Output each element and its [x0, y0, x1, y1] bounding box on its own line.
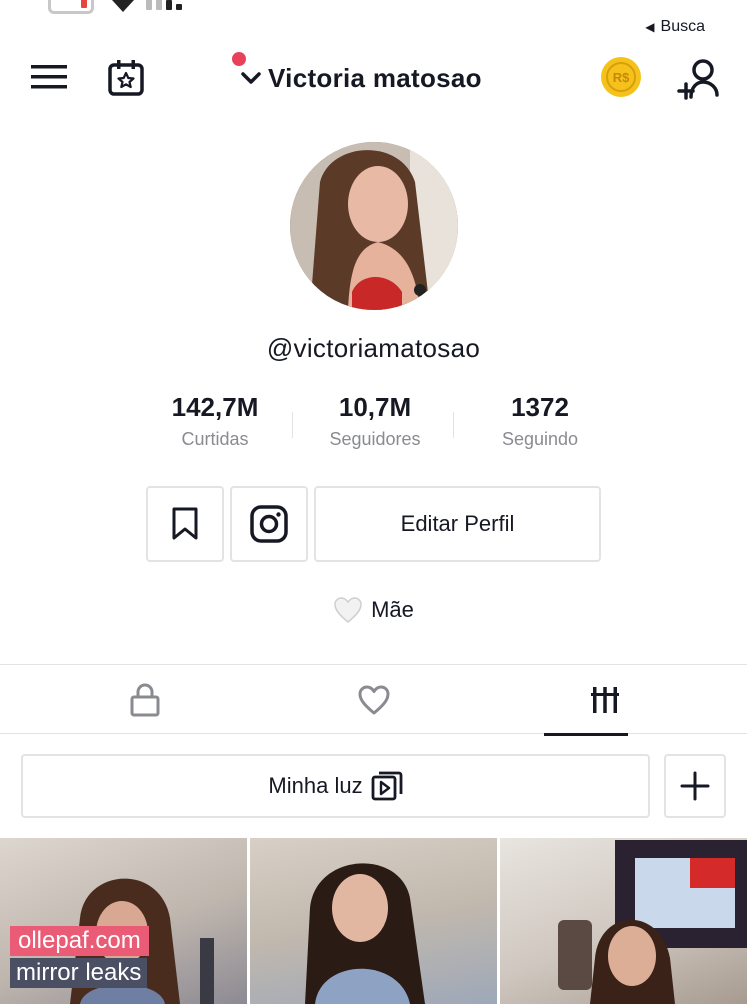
avatar[interactable] — [290, 142, 458, 310]
bookmark-icon — [172, 507, 198, 540]
add-playlist-button[interactable] — [664, 754, 726, 818]
stat-likes-label: Curtidas — [181, 429, 249, 449]
add-user-icon[interactable] — [674, 54, 724, 104]
plus-icon — [680, 771, 710, 801]
lock-icon — [130, 683, 159, 717]
back-link-label: Busca — [660, 18, 705, 35]
stat-followers[interactable]: 10,7M Seguidores — [310, 392, 440, 450]
page-title: Victoria matosao — [268, 62, 482, 93]
watermark-line-2: mirror leaks — [10, 958, 148, 988]
bio-text: Mãe — [371, 597, 414, 622]
instagram-button[interactable] — [230, 486, 308, 562]
signal-icon — [146, 0, 186, 16]
profile-username: @victoriamatosao — [266, 333, 481, 363]
white-heart-icon — [334, 597, 362, 623]
chevron-down-icon — [241, 72, 261, 84]
coin-icon[interactable]: R$ — [598, 54, 644, 100]
stat-followers-label: Seguidores — [329, 429, 421, 449]
calendar-star-icon[interactable] — [104, 56, 148, 100]
wifi-icon — [112, 0, 134, 12]
video-thumbnail[interactable] — [250, 838, 497, 1004]
playlist-row: Minha luz — [0, 754, 747, 820]
stat-following[interactable]: 1372 Seguindo — [480, 392, 600, 450]
coin-text: R$ — [613, 70, 630, 85]
watermark-line-1: ollepaf.com — [10, 926, 149, 956]
stat-divider — [453, 412, 454, 438]
tab-liked[interactable] — [249, 665, 498, 735]
stat-divider — [292, 412, 293, 438]
account-switcher[interactable]: Victoria matosao — [232, 52, 482, 100]
stat-followers-value: 10,7M — [338, 392, 412, 422]
video-thumbnail[interactable] — [500, 838, 747, 1004]
notification-dot — [232, 52, 246, 66]
videos-grid-icon — [590, 687, 619, 713]
stat-following-value: 1372 — [511, 392, 569, 422]
stat-likes[interactable]: 142,7M Curtidas — [150, 392, 280, 450]
edit-profile-button[interactable]: Editar Perfil — [314, 486, 601, 562]
stat-likes-value: 142,7M — [171, 392, 259, 422]
playlist-icon — [371, 771, 402, 801]
tab-private[interactable] — [20, 665, 269, 735]
profile-header: Victoria matosao R$ — [0, 48, 747, 108]
heart-icon — [358, 685, 389, 715]
battery-icon — [48, 0, 94, 14]
profile-bio: Mãe — [0, 596, 747, 624]
profile-actions: Editar Perfil — [0, 486, 747, 564]
playlist-button[interactable]: Minha luz — [21, 754, 650, 818]
content-tabs — [0, 664, 747, 736]
profile-stats: 1372 Seguindo 10,7M Seguidores 142,7M Cu… — [140, 392, 600, 462]
status-bar: ◀ Busca — [0, 0, 747, 35]
hamburger-icon[interactable] — [28, 56, 70, 98]
playlist-label: Minha luz — [268, 773, 363, 798]
stat-following-label: Seguindo — [501, 429, 579, 449]
back-arrow-icon: ◀ — [645, 20, 655, 34]
instagram-icon — [250, 505, 288, 543]
tab-videos[interactable] — [480, 665, 729, 736]
back-to-search-link[interactable]: ◀ Busca — [645, 18, 705, 36]
watermark: ollepaf.com mirror leaks — [10, 926, 149, 988]
favorites-button[interactable] — [146, 486, 224, 562]
